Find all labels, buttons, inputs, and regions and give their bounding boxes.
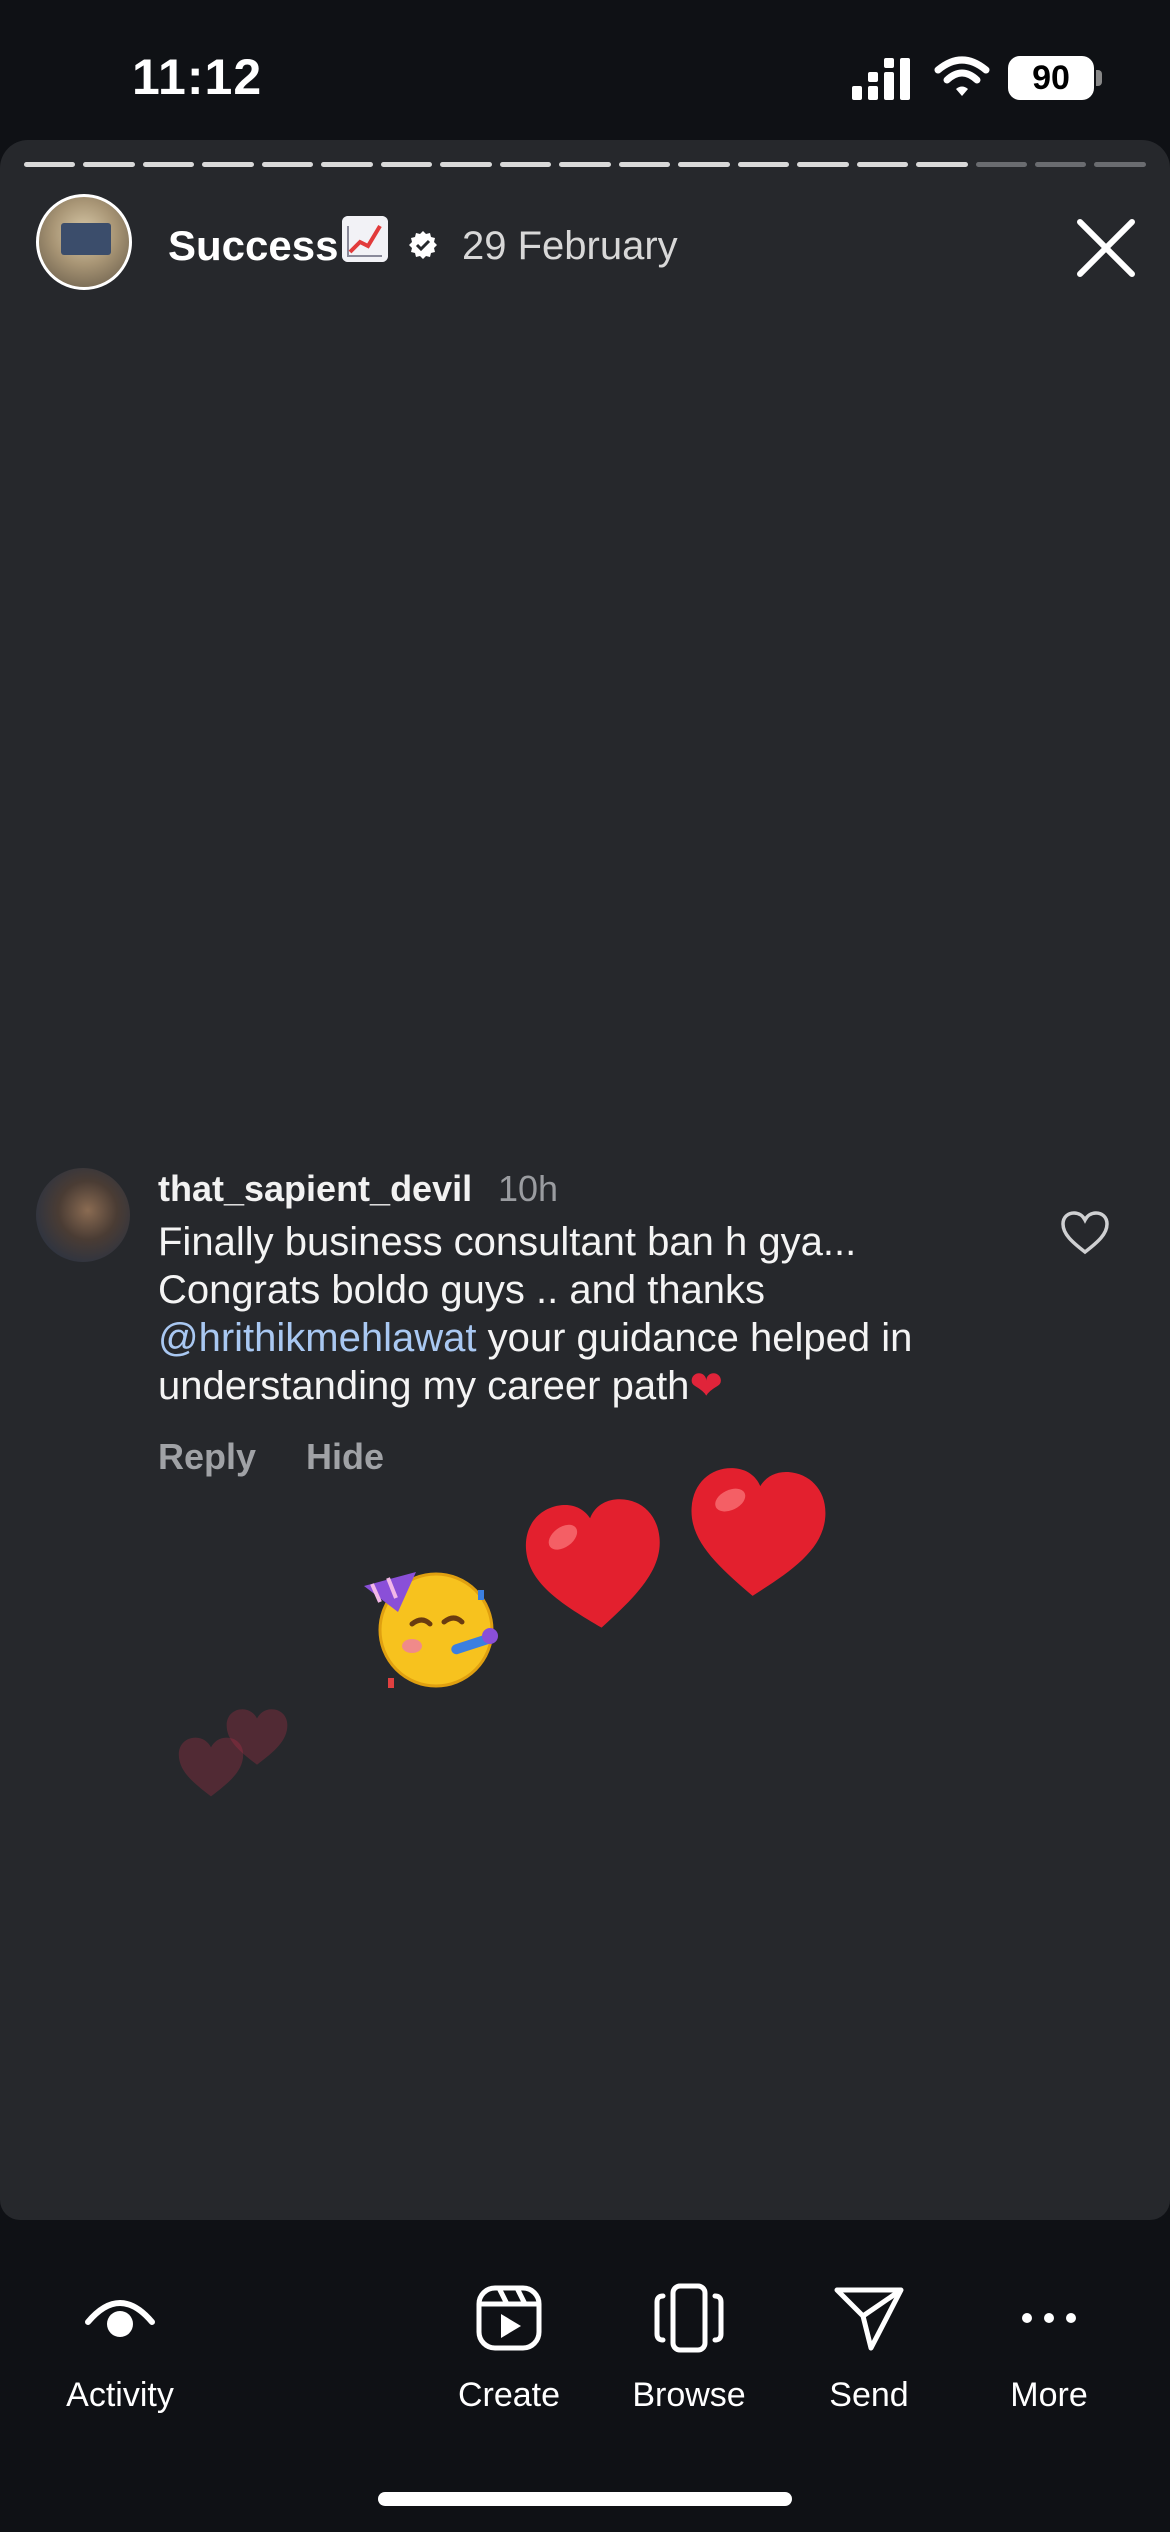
- close-icon[interactable]: [1074, 216, 1138, 280]
- more-label: More: [1010, 2376, 1088, 2414]
- browse-icon: [654, 2283, 724, 2353]
- commenter-username[interactable]: that_sapient_devil: [158, 1168, 472, 1210]
- eye-icon: [85, 2300, 155, 2337]
- progress-segment: [202, 162, 254, 167]
- reels-icon: [476, 2285, 542, 2351]
- send-label: Send: [829, 2376, 909, 2414]
- ellipsis-icon: [1022, 2313, 1076, 2323]
- home-indicator[interactable]: [378, 2492, 792, 2506]
- send-button[interactable]: Send: [779, 2280, 959, 2415]
- progress-segment: [737, 162, 790, 167]
- comment-line-4: understanding my career path❤: [158, 1362, 1038, 1410]
- progress-segment: [24, 162, 76, 167]
- cellular-signal-icon: [852, 58, 910, 100]
- battery-indicator: 90: [1008, 56, 1094, 100]
- red-heart-sticker-icon-2: [691, 1468, 826, 1596]
- story-header: Success 29 February: [0, 194, 1170, 304]
- progress-segment: [499, 162, 552, 167]
- paper-plane-icon: [834, 2287, 904, 2351]
- status-bar: 11:12 90: [0, 0, 1170, 140]
- browse-button[interactable]: Browse: [599, 2280, 779, 2415]
- comment-timestamp: 10h: [498, 1168, 559, 1209]
- progress-segment: [797, 162, 849, 167]
- progress-segment: [1094, 162, 1146, 167]
- story-bottom-bar: Activity Create Browse Send More: [0, 2220, 1170, 2532]
- progress-segment: [975, 162, 1027, 167]
- battery-tip: [1096, 70, 1102, 86]
- comment-line-3: @hrithikmehlawat your guidance helped in: [158, 1314, 1038, 1362]
- reply-button[interactable]: Reply: [158, 1436, 256, 1478]
- more-button[interactable]: More: [959, 2280, 1139, 2415]
- hide-button[interactable]: Hide: [306, 1436, 384, 1478]
- activity-button[interactable]: Activity: [30, 2280, 210, 2415]
- create-button[interactable]: Create: [419, 2280, 599, 2415]
- faded-heart-icon-2: [226, 1709, 288, 1765]
- progress-segment: [380, 162, 433, 167]
- progress-segment: [856, 162, 909, 167]
- activity-label: Activity: [66, 2376, 174, 2414]
- progress-segment: [83, 162, 135, 167]
- comment-text: Finally business consultant ban h gya...…: [158, 1218, 1038, 1410]
- story-avatar[interactable]: [36, 194, 132, 290]
- progress-segment: [440, 162, 492, 167]
- story-viewer[interactable]: Success 29 February that_sapient_devil 1…: [0, 140, 1170, 2220]
- partying-face-icon: [364, 1572, 498, 1688]
- progress-segment: [142, 162, 195, 167]
- create-label: Create: [457, 2376, 561, 2414]
- comment-line-4-text: understanding my career path: [158, 1364, 690, 1408]
- progress-segment: [678, 162, 730, 167]
- progress-segment: [261, 162, 314, 167]
- progress-segment: [916, 162, 968, 167]
- heart-emoji: ❤: [689, 1364, 723, 1408]
- progress-segment: [321, 162, 373, 167]
- commenter-avatar[interactable]: [36, 1168, 130, 1262]
- avatar-image-detail: [61, 223, 111, 255]
- wifi-icon: [934, 56, 990, 96]
- browse-label: Browse: [632, 2376, 746, 2414]
- heart-icon[interactable]: [1060, 1210, 1110, 1256]
- verified-badge-icon: [409, 231, 437, 259]
- comment-line-3-rest: your guidance helped in: [476, 1316, 913, 1360]
- progress-segment: [618, 162, 671, 167]
- red-heart-sticker-icon: [525, 1499, 660, 1628]
- story-username[interactable]: Success: [168, 222, 338, 270]
- comment-line-2: Congrats boldo guys .. and thanks: [158, 1268, 766, 1312]
- story-progress-bar: [24, 162, 1146, 168]
- story-date: 29 February: [462, 224, 678, 268]
- progress-segment: [559, 162, 611, 167]
- mention-link[interactable]: @hrithikmehlawat: [158, 1316, 477, 1360]
- clock: 11:12: [132, 49, 263, 105]
- comment-line-1: Finally business consultant ban h gya...: [158, 1220, 857, 1264]
- chart-increasing-icon: [342, 216, 388, 262]
- progress-segment: [1034, 162, 1087, 167]
